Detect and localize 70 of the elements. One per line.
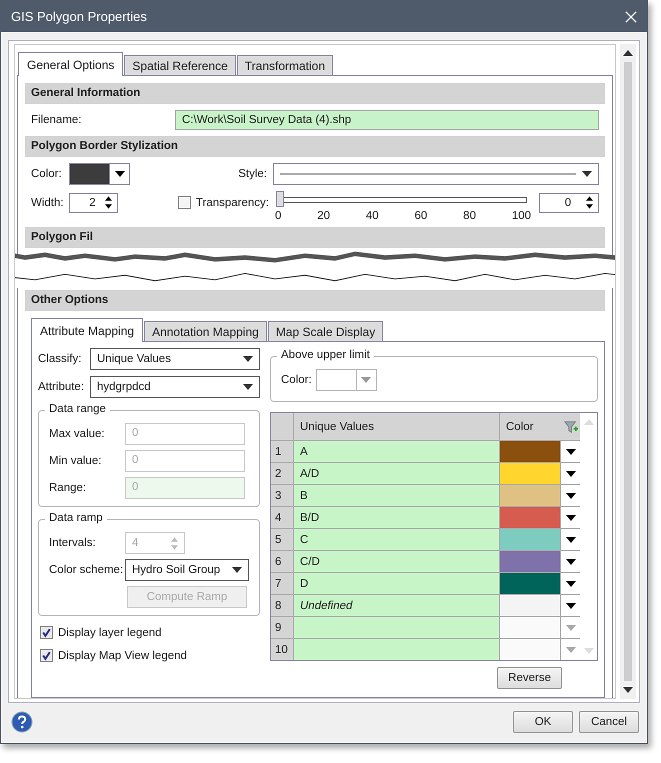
window-title: GIS Polygon Properties xyxy=(11,9,147,24)
table-cell: B/D xyxy=(294,507,499,528)
field-label: Style: xyxy=(237,168,268,180)
field-label: Width: xyxy=(31,196,65,208)
spinner-value: 4 xyxy=(132,537,138,549)
width-spinner[interactable]: 2 xyxy=(69,192,118,212)
column-header: Color xyxy=(506,420,534,432)
tick-label: 20 xyxy=(317,210,330,222)
spinner-value: 0 xyxy=(564,196,572,208)
dialog-button[interactable]: OK xyxy=(513,711,573,733)
table-cell: A xyxy=(294,441,499,462)
dropdown-value: Unique Values xyxy=(97,353,171,365)
checkbox-label: Display Map View legend xyxy=(58,650,187,662)
field-label: Max value: xyxy=(49,428,106,440)
field-label: Intervals: xyxy=(49,537,97,549)
row-number: 8 xyxy=(271,595,293,616)
tab[interactable]: Annotation Mapping xyxy=(144,321,267,341)
field-label: Attribute: xyxy=(38,381,86,393)
row-number: 10 xyxy=(271,639,293,660)
table-cell: A/D xyxy=(294,463,499,484)
attribute-dropdown[interactable]: hydgrpdcd xyxy=(90,376,260,398)
group-title: Data range xyxy=(45,403,110,415)
field-label: Color: xyxy=(31,168,63,180)
row-number: 6 xyxy=(271,551,293,572)
row-number: 4 xyxy=(271,507,293,528)
group-title: Above upper limit xyxy=(277,349,374,361)
dialog-button[interactable]: Cancel xyxy=(579,711,639,733)
row-number: 3 xyxy=(271,485,293,506)
dropdown-value: hydgrpdcd xyxy=(97,381,151,393)
table-cell: Undefined xyxy=(294,595,499,616)
row-number: 5 xyxy=(271,529,293,550)
reverse-button[interactable]: Reverse xyxy=(497,667,562,689)
field-label: Classify: xyxy=(38,353,82,365)
field-label: Min value: xyxy=(49,455,102,467)
row-number: 1 xyxy=(271,441,293,462)
table-cell: C/D xyxy=(294,551,499,572)
dropdown-value: Hydro Soil Group xyxy=(132,564,220,576)
tick-label: 40 xyxy=(366,210,379,222)
field-label: Color scheme: xyxy=(49,564,124,576)
section-header: Other Options xyxy=(25,290,605,311)
tick-label: 80 xyxy=(463,210,476,222)
tab[interactable]: General Options xyxy=(18,52,124,76)
spinner-value: 2 xyxy=(88,196,97,208)
group-title: Data ramp xyxy=(45,512,107,524)
transparency-spinner[interactable]: 0 xyxy=(539,192,599,212)
tick-label: 0 xyxy=(275,210,282,222)
row-number: 9 xyxy=(271,617,293,638)
tab[interactable]: Spatial Reference xyxy=(124,55,236,75)
section-header: Polygon Border Stylization xyxy=(25,136,605,157)
tab[interactable]: Transformation xyxy=(236,55,334,75)
tick-label: 100 xyxy=(512,210,531,222)
table-cell: B xyxy=(294,485,499,506)
row-number: 7 xyxy=(271,573,293,594)
table-cell: D xyxy=(294,573,499,594)
section-header: Polygon Fil xyxy=(25,227,605,248)
field-label: Color: xyxy=(281,374,312,386)
tab[interactable]: Attribute Mapping xyxy=(31,318,144,342)
column-header: Unique Values xyxy=(294,413,499,440)
field-label: Range: xyxy=(49,482,88,494)
checkbox-label: Transparency: xyxy=(196,196,269,208)
table-cell: C xyxy=(294,529,499,550)
filename-field[interactable]: C:\Work\Soil Survey Data (4).shp xyxy=(175,110,599,130)
color-scheme-dropdown[interactable]: Hydro Soil Group xyxy=(125,559,249,581)
classify-dropdown[interactable]: Unique Values xyxy=(90,348,260,370)
section-header: General Information xyxy=(25,83,605,104)
checkbox-label: Display layer legend xyxy=(58,626,162,638)
field-label: Filename: xyxy=(31,114,82,126)
tab[interactable]: Map Scale Display xyxy=(268,321,384,341)
row-number: 2 xyxy=(271,463,293,484)
tick-label: 60 xyxy=(414,210,428,222)
